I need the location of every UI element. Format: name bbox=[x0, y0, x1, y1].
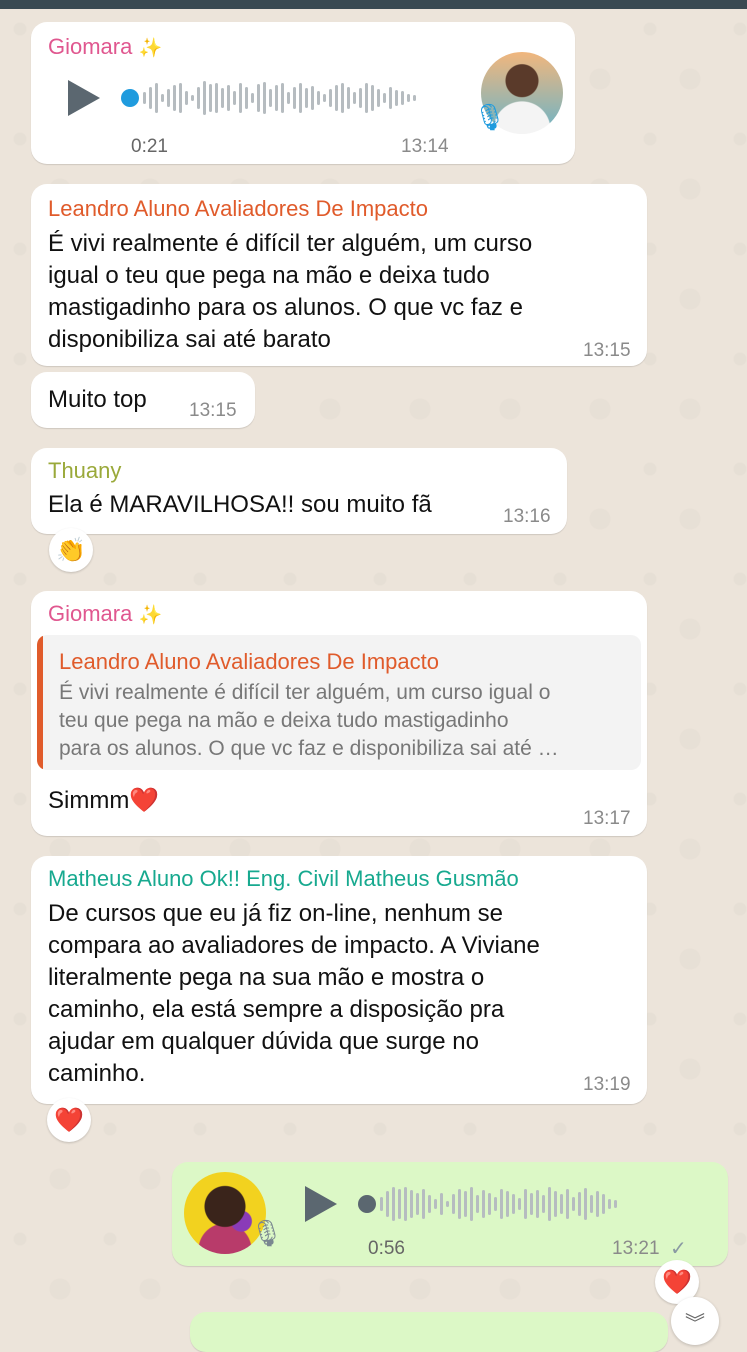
sender-name: Giomara ✨ bbox=[48, 34, 163, 59]
waveform[interactable] bbox=[380, 1184, 617, 1224]
quoted-text: É vivi realmente é difícil ter alguém, u… bbox=[59, 681, 559, 760]
sent-check-icon: ✓ bbox=[670, 1238, 687, 1260]
quoted-sender: Leandro Aluno Avaliadores De Impacto bbox=[59, 649, 439, 674]
message-time: 13:15 bbox=[583, 340, 631, 361]
playback-position-dot[interactable] bbox=[358, 1195, 376, 1213]
sender-name: Leandro Aluno Avaliadores De Impacto bbox=[48, 196, 428, 221]
message-text: Muito top bbox=[48, 386, 147, 413]
heart-reaction[interactable]: ❤️ bbox=[47, 1098, 91, 1142]
message-text: Simmm❤️ bbox=[48, 787, 160, 814]
waveform[interactable] bbox=[143, 78, 416, 118]
message-time: 13:17 bbox=[583, 808, 631, 829]
sender-name: Matheus Aluno Ok!! Eng. Civil Matheus Gu… bbox=[48, 866, 519, 891]
top-bar bbox=[0, 0, 747, 9]
play-button[interactable] bbox=[305, 1186, 337, 1222]
mic-icon: 🎙 bbox=[250, 1218, 284, 1248]
message-time: 13:14 bbox=[401, 136, 449, 157]
sender-name: Thuany bbox=[48, 458, 122, 483]
voice-duration: 0:21 bbox=[131, 136, 168, 157]
voice-duration: 0:56 bbox=[368, 1238, 405, 1259]
text-message-leandro[interactable]: Leandro Aluno Avaliadores De Impacto É v… bbox=[31, 184, 647, 366]
mic-icon: 🎙 bbox=[473, 102, 507, 132]
reply-message-giomara[interactable]: Giomara ✨ Leandro Aluno Avaliadores De I… bbox=[31, 591, 647, 836]
message-time: 13:21 bbox=[612, 1238, 660, 1259]
partial-next-message[interactable] bbox=[190, 1312, 668, 1352]
scroll-down-button[interactable]: ︾ bbox=[671, 1297, 719, 1345]
message-text: É vivi realmente é difícil ter alguém, u… bbox=[48, 230, 533, 353]
quoted-message[interactable]: Leandro Aluno Avaliadores De Impacto É v… bbox=[37, 635, 641, 770]
voice-message-giomara[interactable]: Giomara ✨ 0:21 13:14 🎙 bbox=[31, 22, 575, 164]
playback-position-dot[interactable] bbox=[121, 89, 139, 107]
message-time: 13:16 bbox=[503, 506, 551, 527]
voice-message-outgoing[interactable]: 🎙 0:56 13:21 ✓ bbox=[172, 1162, 728, 1266]
text-message-thuany[interactable]: Thuany Ela é MARAVILHOSA!! sou muito fã … bbox=[31, 448, 567, 534]
clap-reaction[interactable]: 👏 bbox=[49, 528, 93, 572]
sender-name: Giomara ✨ bbox=[48, 601, 163, 626]
message-text: De cursos que eu já fiz on-line, nenhum … bbox=[48, 900, 540, 1087]
text-message-muito-top[interactable]: Muito top 13:15 bbox=[31, 372, 255, 428]
message-time: 13:19 bbox=[583, 1074, 631, 1095]
text-message-matheus[interactable]: Matheus Aluno Ok!! Eng. Civil Matheus Gu… bbox=[31, 856, 647, 1104]
play-button[interactable] bbox=[68, 80, 100, 116]
message-time: 13:15 bbox=[189, 400, 237, 421]
message-text: Ela é MARAVILHOSA!! sou muito fã bbox=[48, 491, 432, 518]
